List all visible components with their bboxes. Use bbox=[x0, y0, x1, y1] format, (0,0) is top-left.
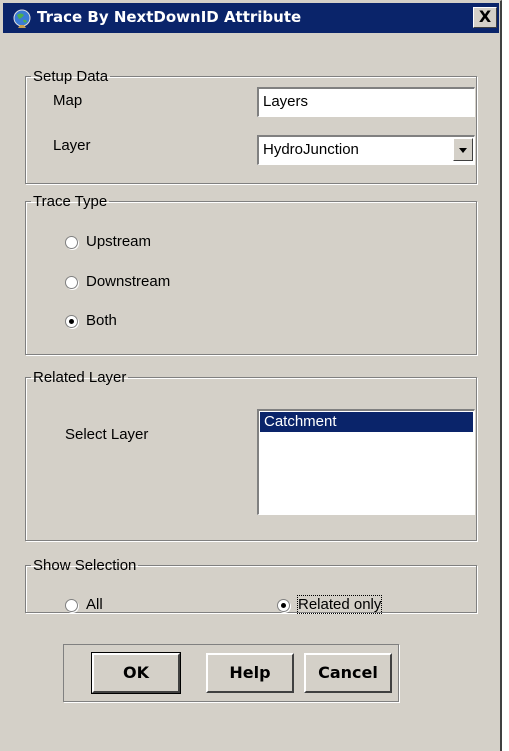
radio-related-only-circle[interactable] bbox=[277, 599, 290, 612]
layer-label: Layer bbox=[53, 137, 91, 154]
chevron-down-icon[interactable] bbox=[453, 138, 473, 161]
window-title: Trace By NextDownID Attribute bbox=[37, 8, 302, 26]
trace-type-title: Trace Type bbox=[33, 193, 108, 210]
close-button[interactable]: X bbox=[473, 7, 497, 28]
radio-downstream-label: Downstream bbox=[86, 273, 171, 290]
title-bar[interactable]: Trace By NextDownID Attribute X bbox=[3, 3, 499, 33]
radio-upstream-circle[interactable] bbox=[65, 236, 78, 249]
show-selection-title: Show Selection bbox=[33, 557, 137, 574]
layer-value: HydroJunction bbox=[263, 141, 359, 158]
cancel-button[interactable]: Cancel bbox=[304, 653, 392, 693]
map-field[interactable]: Layers bbox=[257, 87, 475, 117]
radio-all-circle[interactable] bbox=[65, 599, 78, 612]
map-label: Map bbox=[53, 92, 83, 109]
radio-upstream-label: Upstream bbox=[86, 233, 152, 250]
setup-data-group: Setup Data bbox=[25, 68, 477, 184]
select-layer-label: Select Layer bbox=[65, 426, 149, 443]
radio-all-label: All bbox=[86, 596, 103, 613]
related-layer-list[interactable]: Catchment bbox=[257, 409, 475, 515]
help-button[interactable]: Help bbox=[206, 653, 294, 693]
dialog-window: Trace By NextDownID Attribute X Setup Da… bbox=[0, 0, 502, 751]
ok-button[interactable]: OK bbox=[91, 652, 181, 694]
map-value: Layers bbox=[263, 93, 309, 110]
radio-downstream-circle[interactable] bbox=[65, 276, 78, 289]
button-panel: OK Help Cancel bbox=[63, 644, 399, 702]
list-item[interactable]: Catchment bbox=[260, 412, 473, 432]
related-layer-title: Related Layer bbox=[33, 369, 127, 386]
close-icon: X bbox=[478, 7, 492, 26]
setup-data-title: Setup Data bbox=[33, 68, 109, 85]
layer-dropdown[interactable]: HydroJunction bbox=[257, 135, 475, 165]
globe-icon bbox=[11, 7, 33, 29]
radio-related-only-label: Related only bbox=[296, 595, 383, 614]
radio-both-circle[interactable] bbox=[65, 315, 78, 328]
radio-both-label: Both bbox=[86, 312, 117, 329]
